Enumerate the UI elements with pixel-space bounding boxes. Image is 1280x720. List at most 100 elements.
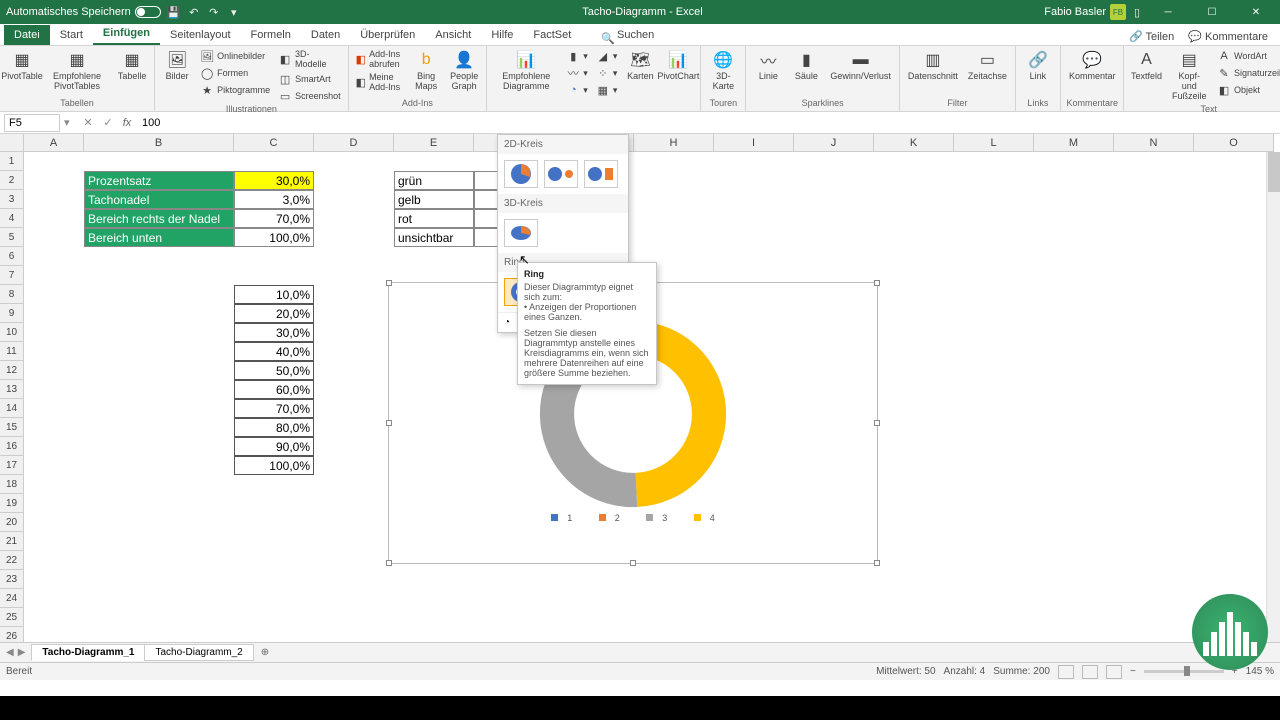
comments-button[interactable]: 💬 Kommentare xyxy=(1182,28,1274,45)
zoom-slider[interactable] xyxy=(1144,670,1224,673)
save-icon[interactable]: 💾 xyxy=(167,5,181,19)
row-header-12[interactable]: 12 xyxy=(0,361,24,380)
close-button[interactable]: ✕ xyxy=(1236,0,1276,24)
vertical-scrollbar[interactable] xyxy=(1266,152,1280,642)
view-normal-button[interactable] xyxy=(1058,665,1074,679)
row-header-2[interactable]: 2 xyxy=(0,171,24,190)
chart-pie-of-pie[interactable] xyxy=(544,160,578,188)
zoom-out-button[interactable]: − xyxy=(1130,666,1136,677)
wordart-button[interactable]: AWordArt xyxy=(1214,48,1280,64)
sheet-tab-2[interactable]: Tacho-Diagramm_2 xyxy=(144,644,253,661)
table-button[interactable]: ▦Tabelle xyxy=(114,48,150,84)
cell-C11[interactable]: 40,0% xyxy=(234,342,314,361)
online-pics-button[interactable]: 🖼Onlinebilder xyxy=(197,48,273,64)
name-box[interactable]: F5 xyxy=(4,114,60,132)
row-header-3[interactable]: 3 xyxy=(0,190,24,209)
comment-button[interactable]: 💬Kommentar xyxy=(1065,48,1120,84)
tab-factset[interactable]: FactSet xyxy=(523,25,581,45)
tab-review[interactable]: Überprüfen xyxy=(350,25,425,45)
row-header-18[interactable]: 18 xyxy=(0,475,24,494)
smartart-button[interactable]: ◫SmartArt xyxy=(275,71,344,87)
spark-winloss-button[interactable]: ▬Gewinn/Verlust xyxy=(826,48,895,84)
view-break-button[interactable] xyxy=(1106,665,1122,679)
chart-pie-2d[interactable] xyxy=(504,160,538,188)
pictures-button[interactable]: 🖼Bilder xyxy=(159,48,195,84)
tab-view[interactable]: Ansicht xyxy=(425,25,481,45)
cell-E4[interactable]: rot xyxy=(394,209,474,228)
tab-insert[interactable]: Einfügen xyxy=(93,23,160,45)
my-addins-button[interactable]: ◧Meine Add-Ins xyxy=(353,71,407,93)
sigline-button[interactable]: ✎Signaturzeile xyxy=(1214,65,1280,81)
people-graph-button[interactable]: 👤People Graph xyxy=(446,48,482,94)
icons-button[interactable]: ★Piktogramme xyxy=(197,82,273,98)
chart-scatter-button[interactable]: ⁘▾ xyxy=(593,65,621,81)
maximize-button[interactable]: ☐ xyxy=(1192,0,1232,24)
col-header-A[interactable]: A xyxy=(24,134,84,152)
col-header-N[interactable]: N xyxy=(1114,134,1194,152)
col-header-E[interactable]: E xyxy=(394,134,474,152)
autosave-toggle[interactable]: Automatisches Speichern xyxy=(6,6,161,18)
cell-C15[interactable]: 80,0% xyxy=(234,418,314,437)
pivotchart-button[interactable]: 📊PivotChart xyxy=(660,48,696,84)
cell-B2[interactable]: Prozentsatz xyxy=(84,171,234,190)
col-header-O[interactable]: O xyxy=(1194,134,1274,152)
cell-C16[interactable]: 90,0% xyxy=(234,437,314,456)
cell-C2[interactable]: 30,0% xyxy=(234,171,314,190)
worksheet-grid[interactable]: ABCDEFGHIJKLMNO 123456789101112131415161… xyxy=(0,134,1280,642)
row-header-5[interactable]: 5 xyxy=(0,228,24,247)
chart-bar-of-pie[interactable] xyxy=(584,160,618,188)
chart-surface-button[interactable]: ▦▾ xyxy=(593,82,621,98)
zoom-level[interactable]: 145 % xyxy=(1246,666,1274,677)
pivottable-button[interactable]: ▦PivotTable xyxy=(4,48,40,84)
user-badge[interactable]: FB xyxy=(1110,4,1126,20)
tab-layout[interactable]: Seitenlayout xyxy=(160,25,241,45)
ribbon-options-icon[interactable]: ▯ xyxy=(1130,5,1144,19)
row-header-7[interactable]: 7 xyxy=(0,266,24,285)
row-header-9[interactable]: 9 xyxy=(0,304,24,323)
tab-file[interactable]: Datei xyxy=(4,25,50,45)
headerfooter-button[interactable]: ▤Kopf- und Fußzeile xyxy=(1166,48,1212,104)
cell-C4[interactable]: 70,0% xyxy=(234,209,314,228)
select-all-corner[interactable] xyxy=(0,134,24,152)
col-header-C[interactable]: C xyxy=(234,134,314,152)
maps-button[interactable]: 🗺Karten xyxy=(622,48,658,84)
row-header-6[interactable]: 6 xyxy=(0,247,24,266)
row-header-1[interactable]: 1 xyxy=(0,152,24,171)
row-header-15[interactable]: 15 xyxy=(0,418,24,437)
enter-icon[interactable]: ✓ xyxy=(98,116,118,129)
bing-maps-button[interactable]: bBing Maps xyxy=(408,48,444,94)
row-header-10[interactable]: 10 xyxy=(0,323,24,342)
namebox-dropdown-icon[interactable]: ▾ xyxy=(64,116,78,129)
col-header-J[interactable]: J xyxy=(794,134,874,152)
tab-help[interactable]: Hilfe xyxy=(481,25,523,45)
view-layout-button[interactable] xyxy=(1082,665,1098,679)
cell-C12[interactable]: 50,0% xyxy=(234,361,314,380)
object-button[interactable]: ◧Objekt xyxy=(1214,82,1280,98)
row-header-13[interactable]: 13 xyxy=(0,380,24,399)
spark-line-button[interactable]: 〰Linie xyxy=(750,48,786,84)
cell-C13[interactable]: 60,0% xyxy=(234,380,314,399)
cell-C8[interactable]: 10,0% xyxy=(234,285,314,304)
sheet-tab-1[interactable]: Tacho-Diagramm_1 xyxy=(31,644,145,661)
col-header-K[interactable]: K xyxy=(874,134,954,152)
3dmap-button[interactable]: 🌐3D-Karte xyxy=(705,48,741,94)
link-button[interactable]: 🔗Link xyxy=(1020,48,1056,84)
shapes-button[interactable]: ◯Formen xyxy=(197,65,273,81)
tab-data[interactable]: Daten xyxy=(301,25,350,45)
cell-E2[interactable]: grün xyxy=(394,171,474,190)
row-header-17[interactable]: 17 xyxy=(0,456,24,475)
cell-C17[interactable]: 100,0% xyxy=(234,456,314,475)
tab-start[interactable]: Start xyxy=(50,25,93,45)
share-button[interactable]: 🔗 Teilen xyxy=(1123,28,1180,45)
row-header-25[interactable]: 25 xyxy=(0,608,24,627)
row-header-23[interactable]: 23 xyxy=(0,570,24,589)
screenshot-button[interactable]: ▭Screenshot xyxy=(275,88,344,104)
minimize-button[interactable]: ─ xyxy=(1148,0,1188,24)
row-header-24[interactable]: 24 xyxy=(0,589,24,608)
row-header-16[interactable]: 16 xyxy=(0,437,24,456)
get-addins-button[interactable]: ◧Add-Ins abrufen xyxy=(353,48,407,70)
slicer-button[interactable]: ▥Datenschnitt xyxy=(904,48,962,84)
cell-C10[interactable]: 30,0% xyxy=(234,323,314,342)
cell-C9[interactable]: 20,0% xyxy=(234,304,314,323)
cell-E3[interactable]: gelb xyxy=(394,190,474,209)
